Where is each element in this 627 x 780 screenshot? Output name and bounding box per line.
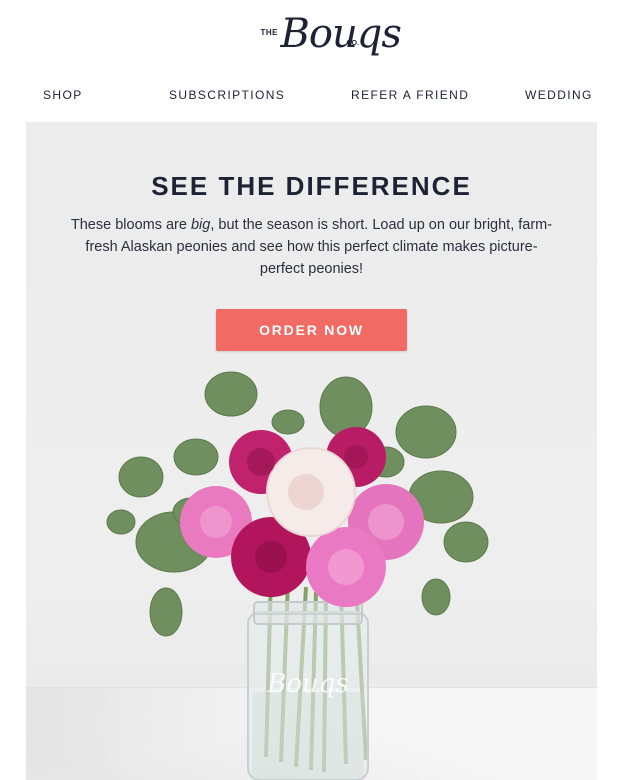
brand-logo[interactable]: THE Bouqs CO. [0,8,627,70]
hero-headline: SEE THE DIFFERENCE [151,171,472,201]
hero-body-text: These blooms are big, but the season is … [66,214,557,280]
logo-the-text: THE [260,28,278,37]
hero-body-part-1: These blooms are [70,217,191,233]
order-now-button[interactable]: ORDER NOW [216,309,407,351]
nav-item-wedding[interactable]: WEDDING [525,88,593,102]
logo-script-text: Bouqs [280,11,402,57]
peony-bouquet-image[interactable]: Bouqs [26,362,597,780]
logo-wordmark[interactable]: THE Bouqs CO. [259,8,402,70]
nav-item-subscriptions[interactable]: SUBSCRIPTIONS [169,88,285,102]
nav-item-refer-a-friend[interactable]: REFER A FRIEND [351,88,469,102]
nav-item-shop[interactable]: SHOP [43,88,83,102]
logo-co-text: CO. [346,40,359,47]
mason-jar: Bouqs [247,601,369,780]
hero-banner[interactable]: SEE THE DIFFERENCE These blooms are big,… [26,122,597,780]
hero-body-emphasis: big [190,217,211,233]
jar-etched-logo: Bouqs [266,669,349,699]
main-nav: SHOP SUBSCRIPTIONS REFER A FRIEND WEDDIN… [0,88,627,104]
